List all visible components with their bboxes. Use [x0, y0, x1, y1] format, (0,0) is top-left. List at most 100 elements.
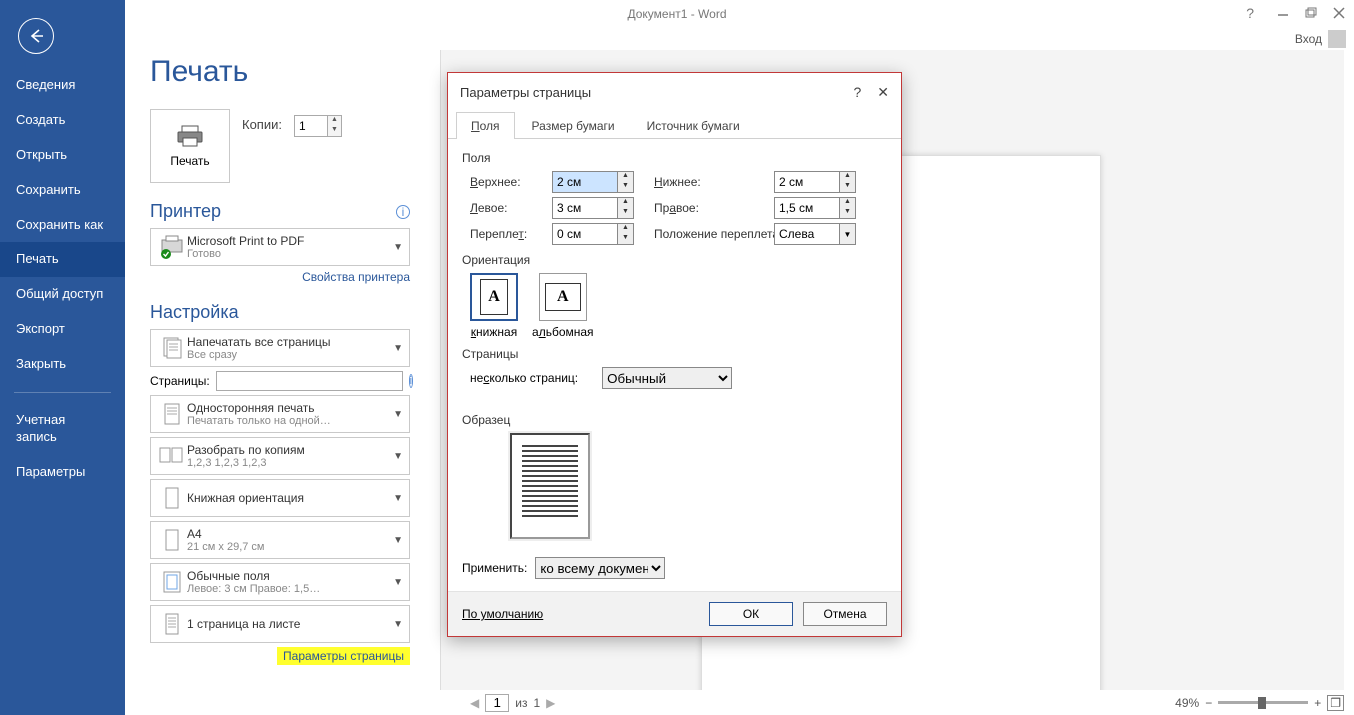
dialog-titlebar: Параметры страницы ? ✕ [448, 73, 901, 111]
sidebar-item-saveas[interactable]: Сохранить как [0, 208, 125, 243]
tab-paper-size[interactable]: Размер бумаги [517, 112, 630, 139]
apply-to-label: Применить: [462, 561, 527, 575]
orientation-landscape[interactable]: A альбомная [532, 273, 594, 339]
printer-icon [176, 124, 204, 148]
next-page-button[interactable]: ▶ [546, 696, 555, 710]
chevron-down-icon: ▼ [393, 451, 403, 462]
page-number-input[interactable] [485, 694, 509, 712]
settings-title: Настройка [150, 302, 239, 323]
sidebar-item-export[interactable]: Экспорт [0, 312, 125, 347]
paper-sub: 21 см x 29,7 см [187, 541, 389, 553]
copies-input[interactable] [294, 115, 328, 137]
printer-ready-icon [157, 232, 187, 262]
portrait-icon [157, 483, 187, 513]
page-total: 1 [533, 696, 540, 710]
dialog-tabs: Поля Размер бумаги Источник бумаги [448, 111, 901, 139]
pages-per-sheet-selector[interactable]: 1 страница на листе ▼ [150, 605, 410, 643]
pages-info-icon[interactable]: i [409, 374, 413, 388]
margins-selector[interactable]: Обычные поляЛевое: 3 см Правое: 1,5… ▼ [150, 563, 410, 601]
sidebar-item-open[interactable]: Открыть [0, 138, 125, 173]
sidebar-item-share[interactable]: Общий доступ [0, 277, 125, 312]
copies-down[interactable]: ▼ [328, 126, 341, 136]
sidebar-item-info[interactable]: Сведения [0, 68, 125, 103]
orientation-selector[interactable]: Книжная ориентация ▼ [150, 479, 410, 517]
printer-name: Microsoft Print to PDF [187, 234, 389, 248]
sidebar-item-options[interactable]: Параметры [0, 455, 125, 490]
multi-pages-select[interactable]: Обычный [602, 367, 732, 389]
duplex-label: Односторонняя печать [187, 401, 389, 415]
zoom-out-button[interactable]: − [1205, 696, 1212, 710]
top-margin-label: Верхнее: [470, 175, 542, 189]
gutter-input[interactable] [552, 223, 618, 245]
print-button[interactable]: Печать [150, 109, 230, 183]
collate-sub: 1,2,3 1,2,3 1,2,3 [187, 457, 389, 469]
printer-properties-link[interactable]: Свойства принтера [150, 270, 410, 284]
left-margin-spinner[interactable]: ▲▼ [552, 197, 644, 219]
zoom-in-button[interactable]: + [1314, 696, 1321, 710]
copies-spinner[interactable]: ▲▼ [294, 115, 342, 137]
copies-up[interactable]: ▲ [328, 116, 341, 126]
close-button[interactable] [1330, 4, 1348, 22]
chevron-down-icon: ▼ [393, 577, 403, 588]
orientation-label: Книжная ориентация [187, 491, 389, 505]
left-margin-input[interactable] [552, 197, 618, 219]
tab-paper-source[interactable]: Источник бумаги [632, 112, 755, 139]
zoom-thumb[interactable] [1258, 697, 1266, 709]
duplex-sub: Печатать только на одной… [187, 415, 389, 427]
user-login[interactable]: Вход [1295, 30, 1346, 48]
dialog-title: Параметры страницы [460, 85, 591, 100]
sidebar-item-print[interactable]: Печать [0, 242, 125, 277]
sidebar-item-close[interactable]: Закрыть [0, 347, 125, 382]
restore-button[interactable] [1302, 4, 1320, 22]
gutter-spinner[interactable]: ▲▼ [552, 223, 644, 245]
gutter-pos-select[interactable]: ▼ [774, 223, 866, 245]
collate-label: Разобрать по копиям [187, 443, 389, 457]
back-button[interactable] [18, 18, 54, 54]
printer-selector[interactable]: Microsoft Print to PDF Готово ▼ [150, 228, 410, 266]
backstage-sidebar: Сведения Создать Открыть Сохранить Сохра… [0, 0, 125, 715]
ok-button[interactable]: ОК [709, 602, 793, 626]
minimize-button[interactable] [1274, 4, 1292, 22]
print-scope-selector[interactable]: Напечатать все страницыВсе сразу ▼ [150, 329, 410, 367]
cancel-button[interactable]: Отмена [803, 602, 887, 626]
chevron-down-icon: ▼ [393, 343, 403, 354]
duplex-selector[interactable]: Односторонняя печатьПечатать только на о… [150, 395, 410, 433]
right-margin-spinner[interactable]: ▲▼ [774, 197, 866, 219]
sidebar-item-account[interactable]: Учетная запись [0, 403, 125, 455]
group-margins-label: Поля [462, 151, 887, 165]
printer-info-icon[interactable]: i [396, 205, 410, 219]
title-bar: Документ1 - Word ? [0, 0, 1354, 28]
apply-to-select[interactable]: ко всему документу [535, 557, 665, 579]
collate-selector[interactable]: Разобрать по копиям1,2,3 1,2,3 1,2,3 ▼ [150, 437, 410, 475]
fit-page-button[interactable]: ❐ [1327, 695, 1344, 711]
paper-size-selector[interactable]: A421 см x 29,7 см ▼ [150, 521, 410, 559]
page-setup-link[interactable]: Параметры страницы [150, 647, 410, 665]
print-heading: Печать [150, 55, 410, 89]
page-lines-icon [157, 609, 187, 639]
printer-section-title: Принтер [150, 201, 221, 222]
print-panel: Печать Печать Копии: ▲▼ Принтер i Micros… [150, 55, 410, 669]
sidebar-item-save[interactable]: Сохранить [0, 173, 125, 208]
chevron-down-icon: ▼ [393, 409, 403, 420]
top-margin-input[interactable] [552, 171, 618, 193]
dialog-help-button[interactable]: ? [853, 84, 861, 100]
right-margin-input[interactable] [774, 197, 840, 219]
pages-label: Страницы: [150, 374, 210, 388]
right-margin-label: Правое: [654, 201, 764, 215]
gutter-pos-label: Положение переплета: [654, 227, 764, 241]
tab-margins[interactable]: Поля [456, 112, 515, 139]
pages-input[interactable] [216, 371, 403, 391]
sidebar-item-new[interactable]: Создать [0, 103, 125, 138]
document-title: Документ1 - Word [627, 7, 726, 21]
pps-label: 1 страница на листе [187, 617, 389, 631]
prev-page-button[interactable]: ◀ [470, 696, 479, 710]
sample-preview [510, 433, 887, 539]
default-button[interactable]: По умолчанию [462, 607, 543, 621]
orientation-portrait[interactable]: A книжная [470, 273, 518, 339]
bottom-margin-spinner[interactable]: ▲▼ [774, 171, 866, 193]
bottom-margin-input[interactable] [774, 171, 840, 193]
help-button[interactable]: ? [1246, 5, 1254, 21]
zoom-slider[interactable] [1218, 701, 1308, 704]
dialog-close-button[interactable]: ✕ [877, 84, 889, 101]
top-margin-spinner[interactable]: ▲▼ [552, 171, 644, 193]
